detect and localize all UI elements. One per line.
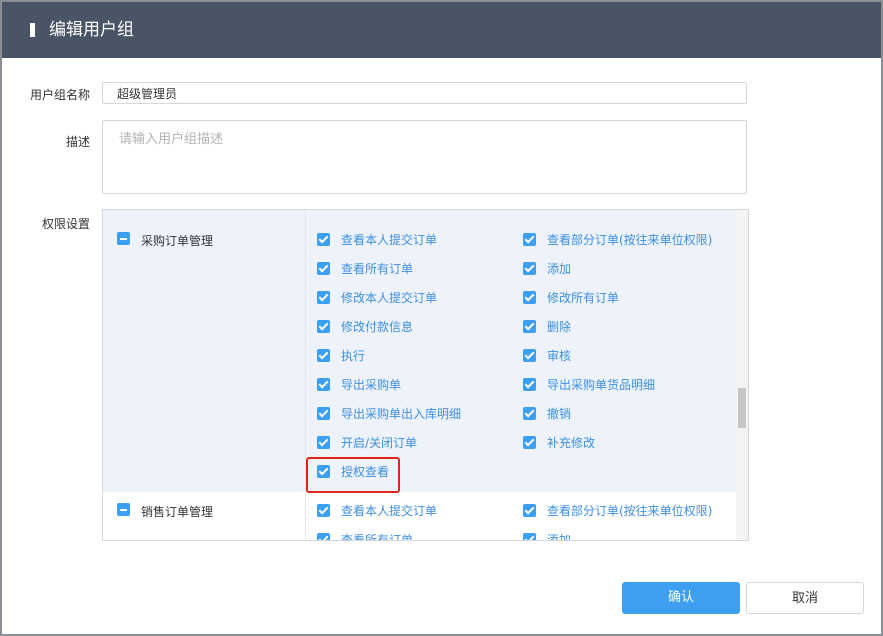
collapse-minus-icon[interactable] <box>117 503 130 516</box>
permission-panel: 采购订单管理 查看本人提交订单 查看部分订单(按往来单位权限) 查看所有订单 添… <box>102 209 749 541</box>
checkbox-checked-icon <box>523 233 536 246</box>
permission-label: 查看所有订单 <box>341 533 414 541</box>
permission-label: 查看部分订单(按往来单位权限) <box>547 233 713 247</box>
description-textarea[interactable]: 请输入用户组描述 <box>102 120 747 194</box>
category-name: 采购订单管理 <box>141 234 214 248</box>
permission-label: 撤销 <box>547 407 572 421</box>
checkbox-checked-icon <box>523 378 536 391</box>
column-divider <box>305 492 306 540</box>
checkbox-checked-icon <box>317 533 330 540</box>
checkbox-checked-icon <box>523 533 536 540</box>
permission-label: 修改所有订单 <box>547 291 620 305</box>
checkbox-checked-icon <box>523 320 536 333</box>
confirm-button[interactable]: 确认 <box>622 582 740 614</box>
dialog-title: 编辑用户组 <box>49 20 134 40</box>
scrollbar-track[interactable] <box>736 210 748 540</box>
checkbox-checked-icon <box>317 291 330 304</box>
checkbox-checked-icon <box>317 378 330 391</box>
scrollbar-thumb[interactable] <box>738 388 746 428</box>
group-name-input[interactable]: 超级管理员 <box>102 82 747 104</box>
description-label: 描述 <box>65 135 90 149</box>
permission-label: 修改付款信息 <box>341 320 414 334</box>
permission-label: 添加 <box>547 262 572 276</box>
column-divider <box>305 210 306 492</box>
checkbox-checked-icon <box>317 436 330 449</box>
checkbox-checked-icon <box>317 320 330 333</box>
header-accent-bar <box>30 23 35 37</box>
category-cell: 销售订单管理 <box>103 492 305 540</box>
permission-label: 导出采购单出入库明细 <box>341 407 462 421</box>
category-cell: 采购订单管理 <box>103 210 305 492</box>
permission-label: 权限设置 <box>41 217 90 231</box>
checkbox-checked-icon <box>523 291 536 304</box>
permission-label: 查看本人提交订单 <box>341 504 438 518</box>
checkbox-checked-icon <box>317 262 330 275</box>
checkbox-checked-icon <box>317 233 330 246</box>
permission-label: 导出采购单货品明细 <box>547 378 656 392</box>
checkbox-checked-icon <box>317 407 330 420</box>
checkbox-checked-icon <box>523 349 536 362</box>
permission-label: 补充修改 <box>547 436 596 450</box>
permission-label: 查看所有订单 <box>341 262 414 276</box>
permission-label: 删除 <box>547 320 572 334</box>
permission-label: 添加 <box>547 533 572 541</box>
checkbox-checked-icon <box>523 407 536 420</box>
permission-label: 导出采购单 <box>341 378 402 392</box>
cancel-button[interactable]: 取消 <box>746 582 864 614</box>
collapse-minus-icon[interactable] <box>117 232 130 245</box>
permission-group: 采购订单管理 查看本人提交订单 查看部分订单(按往来单位权限) 查看所有订单 添… <box>103 210 736 492</box>
checkbox-checked-icon <box>317 504 330 517</box>
checkbox-checked-icon <box>523 504 536 517</box>
permission-label: 执行 <box>341 349 366 363</box>
checkbox-checked-icon <box>523 436 536 449</box>
permission-label: 查看部分订单(按往来单位权限) <box>547 504 713 518</box>
category-name: 销售订单管理 <box>141 505 214 519</box>
permission-label: 审核 <box>547 349 572 363</box>
checkbox-checked-icon <box>523 262 536 275</box>
edit-user-group-dialog: 编辑用户组 用户组名称 超级管理员 描述 请输入用户组描述 权限设置 采购订单管… <box>2 2 881 634</box>
description-placeholder: 请输入用户组描述 <box>119 132 224 147</box>
name-label: 用户组名称 <box>29 88 90 102</box>
permission-group: 销售订单管理 查看本人提交订单 查看部分订单(按往来单位权限) 查看所有订单 添… <box>103 492 736 541</box>
checkbox-checked-icon <box>317 349 330 362</box>
dialog-header: 编辑用户组 <box>2 2 881 58</box>
highlight-box <box>306 457 400 493</box>
permission-label: 修改本人提交订单 <box>341 291 438 305</box>
permission-label: 开启/关闭订单 <box>341 436 418 450</box>
permission-label: 查看本人提交订单 <box>341 233 438 247</box>
